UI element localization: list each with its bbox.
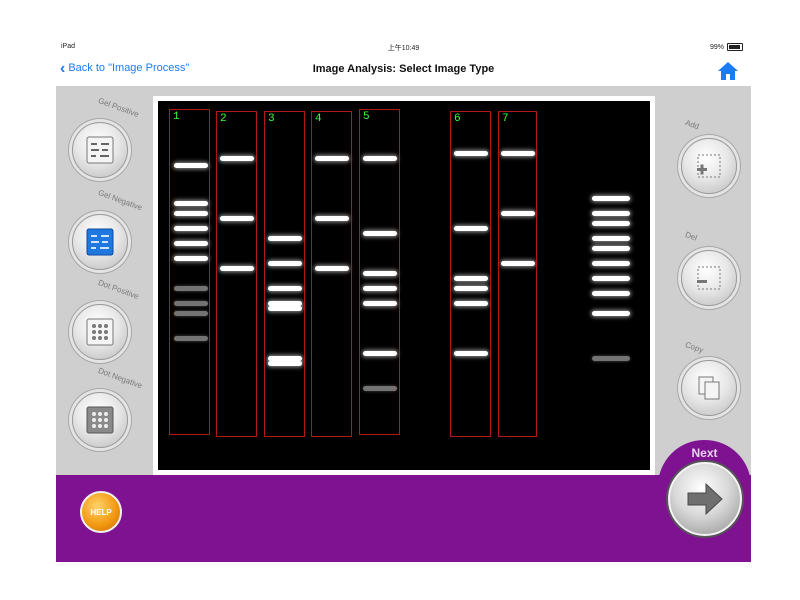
navigation-bar: ‹ Back to "Image Process" Image Analysis… bbox=[56, 56, 751, 86]
del-label: Del bbox=[683, 230, 699, 243]
lane-number: 3 bbox=[268, 113, 275, 125]
next-panel: Next bbox=[658, 440, 751, 562]
gel-band bbox=[592, 261, 630, 266]
copy-button[interactable] bbox=[681, 360, 737, 416]
gel-band bbox=[592, 291, 630, 296]
lane-box-3[interactable]: 3 bbox=[264, 111, 305, 437]
dot-positive-button[interactable] bbox=[72, 304, 128, 360]
delete-lane-icon bbox=[697, 266, 721, 290]
lane-number: 7 bbox=[502, 113, 509, 125]
copy-icon bbox=[698, 376, 720, 400]
dot-negative-label: Dot Negative bbox=[96, 366, 144, 391]
status-bar: iPad 上午10:49 99% bbox=[56, 38, 751, 56]
gel-image[interactable]: 1 2 3 4 5 6 7 bbox=[158, 101, 650, 470]
lane-number: 2 bbox=[220, 113, 227, 125]
arrow-right-icon bbox=[687, 482, 723, 516]
gel-band bbox=[592, 356, 630, 361]
lane-number: 6 bbox=[454, 113, 461, 125]
lane-box-5[interactable]: 5 bbox=[359, 109, 400, 435]
help-button[interactable]: HELP bbox=[80, 491, 122, 533]
clock: 上午10:49 bbox=[387, 45, 420, 52]
home-icon[interactable] bbox=[717, 60, 739, 82]
battery-indicator: 99% bbox=[710, 43, 743, 51]
delete-lane-button[interactable] bbox=[681, 250, 737, 306]
next-label: Next bbox=[691, 446, 718, 460]
help-label: HELP bbox=[90, 507, 112, 517]
gel-negative-button[interactable] bbox=[72, 214, 128, 270]
gel-positive-button[interactable] bbox=[72, 122, 128, 178]
dot-positive-icon bbox=[86, 318, 114, 346]
gel-band bbox=[592, 211, 630, 216]
gel-negative-icon bbox=[86, 228, 114, 256]
gel-negative-label: Gel Negative bbox=[96, 188, 144, 213]
dot-positive-label: Dot Positive bbox=[96, 278, 141, 302]
next-button[interactable] bbox=[668, 462, 742, 536]
app-window: iPad 上午10:49 99% ‹ Back to "Image Proces… bbox=[56, 38, 751, 562]
lane-edit-toolbar: Add Del Copy bbox=[667, 94, 747, 474]
gel-image-frame: 1 2 3 4 5 6 7 bbox=[153, 96, 655, 475]
gel-positive-label: Gel Positive bbox=[96, 96, 141, 120]
lane-box-2[interactable]: 2 bbox=[216, 111, 257, 437]
page-title: Image Analysis: Select Image Type bbox=[312, 63, 495, 75]
lane-box-6[interactable]: 6 bbox=[450, 111, 491, 437]
add-lane-button[interactable] bbox=[681, 138, 737, 194]
lane-box-1[interactable]: 1 bbox=[169, 109, 210, 435]
gel-band bbox=[592, 221, 630, 226]
lane-number: 5 bbox=[363, 111, 370, 123]
add-lane-icon bbox=[697, 154, 721, 178]
gel-positive-icon bbox=[86, 136, 114, 164]
battery-percent: 99% bbox=[709, 43, 724, 51]
image-type-toolbar: Gel Positive Gel Negative Dot Positive D… bbox=[60, 94, 143, 474]
dot-negative-icon bbox=[86, 406, 114, 434]
gel-band bbox=[592, 311, 630, 316]
work-area: Gel Positive Gel Negative Dot Positive D… bbox=[56, 86, 751, 475]
lane-box-7[interactable]: 7 bbox=[498, 111, 537, 437]
gel-band bbox=[592, 196, 630, 201]
gel-band bbox=[592, 236, 630, 241]
gel-band bbox=[592, 276, 630, 281]
add-label: Add bbox=[683, 118, 701, 132]
lane-number: 1 bbox=[173, 111, 180, 123]
gel-band bbox=[592, 246, 630, 251]
lane-number: 4 bbox=[315, 113, 322, 125]
lane-box-4[interactable]: 4 bbox=[311, 111, 352, 437]
battery-icon bbox=[727, 43, 743, 51]
copy-label: Copy bbox=[683, 340, 705, 355]
bottom-bar: HELP bbox=[56, 475, 751, 562]
dot-negative-button[interactable] bbox=[72, 392, 128, 448]
